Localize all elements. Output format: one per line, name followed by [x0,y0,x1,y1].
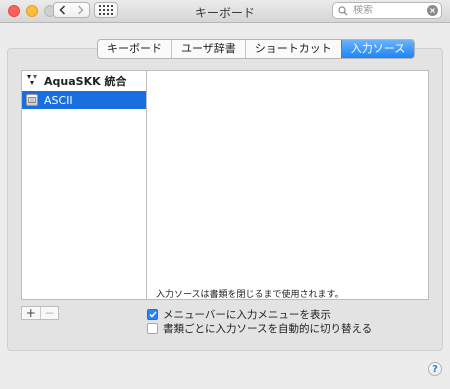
tab-bar: キーボード ユーザ辞書 ショートカット 入力ソース [97,39,416,59]
checkmark-icon [148,311,157,318]
help-button[interactable]: ? [428,362,442,376]
list-item-label: ASCII [44,93,73,107]
add-input-source-button[interactable]: + [22,306,40,320]
clear-search-icon[interactable] [427,5,438,16]
list-group-header: AquaSKK 統合 [22,71,146,91]
add-remove-control: + − [21,306,59,320]
input-source-detail [147,70,429,300]
auto-switch-label: 書類ごとに入力ソースを自動的に切り替える [163,323,373,335]
input-sources-panel: AquaSKK 統合 ASCII + − メニューバーに入力メニューを表示 書類… [7,48,443,351]
search-icon [338,5,349,16]
title-bar: キーボード [0,0,450,23]
group-label: AquaSKK 統合 [44,75,127,88]
remove-input-source-button[interactable]: − [39,306,59,320]
tab-shortcuts[interactable]: ショートカット [244,40,341,58]
tab-user-dictionary[interactable]: ユーザ辞書 [171,40,245,58]
auto-switch-note: 入力ソースは書類を閉じるまで使用されます。 [156,290,344,300]
keyboard-preferences-window: キーボード キーボード ユーザ辞書 ショートカット 入力ソース [0,0,450,389]
tab-keyboard[interactable]: キーボード [98,40,171,58]
show-input-menu-checkbox[interactable] [147,309,158,320]
input-source-list[interactable]: AquaSKK 統合 ASCII [21,70,147,300]
show-input-menu-option[interactable]: メニューバーに入力メニューを表示 [147,307,331,322]
ascii-input-icon [26,94,38,106]
auto-switch-option[interactable]: 書類ごとに入力ソースを自動的に切り替える [147,321,372,336]
aquaskk-icon [26,74,38,89]
tab-input-sources[interactable]: 入力ソース [340,40,415,58]
show-input-menu-label: メニューバーに入力メニューを表示 [163,309,331,321]
list-item-ascii[interactable]: ASCII [22,91,146,109]
search-field[interactable] [332,2,442,19]
auto-switch-checkbox[interactable] [147,323,158,334]
search-input[interactable] [349,5,427,16]
